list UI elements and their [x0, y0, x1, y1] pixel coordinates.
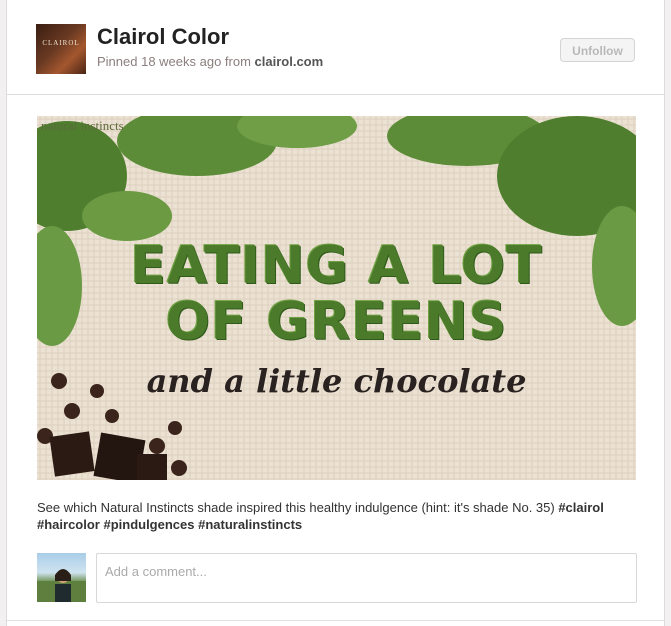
- natural-instincts-logo: natural instincts: [41, 118, 124, 133]
- pinner-avatar[interactable]: CLAIROL: [36, 24, 86, 74]
- user-avatar-photo: [37, 569, 86, 602]
- comment-input[interactable]: Add a comment...: [96, 553, 637, 603]
- unfollow-button[interactable]: Unfollow: [560, 38, 635, 62]
- pinner-logo-text: CLAIROL: [42, 39, 80, 47]
- pin-card: CLAIROL Clairol Color Pinned 18 weeks ag…: [6, 0, 665, 626]
- pin-header: CLAIROL Clairol Color Pinned 18 weeks ag…: [7, 0, 664, 95]
- description-text: See which Natural Instincts shade inspir…: [37, 500, 559, 515]
- source-link[interactable]: clairol.com: [255, 54, 324, 69]
- divider: [7, 620, 664, 621]
- user-avatar: [37, 553, 86, 602]
- image-headline-line1: EATING A LOT: [130, 236, 543, 296]
- image-subline: and a little chocolate: [146, 362, 527, 400]
- pin-description: See which Natural Instincts shade inspir…: [37, 499, 637, 533]
- pinned-time: Pinned 18 weeks ago from: [97, 54, 255, 69]
- pinner-name[interactable]: Clairol Color: [97, 24, 229, 50]
- pin-image[interactable]: natural instincts EATING A LOT OF GREENS…: [37, 116, 636, 480]
- image-headline-line2: OF GREENS: [165, 292, 508, 352]
- pinned-info: Pinned 18 weeks ago from clairol.com: [97, 54, 323, 69]
